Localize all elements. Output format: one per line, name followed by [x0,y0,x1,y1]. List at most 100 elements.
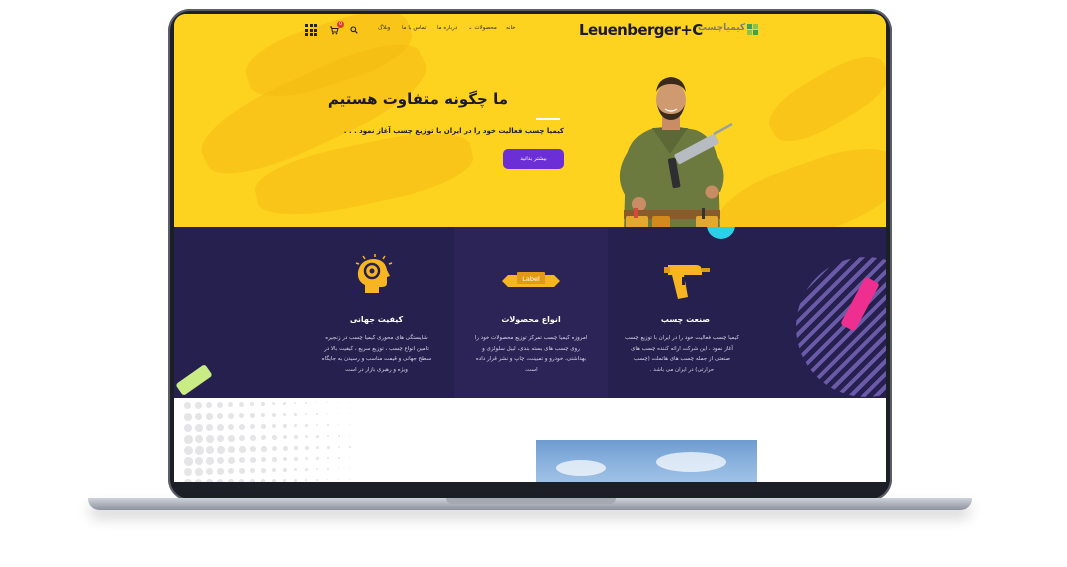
halftone-dot [184,402,192,410]
halftone-dot [272,413,276,417]
worker-with-glue-gun-image [619,77,733,227]
halftone-dot [327,457,330,460]
halftone-dot [217,468,224,475]
striped-decor-circle [796,257,886,397]
halftone-dot [250,468,256,474]
label-icon-text: Label [522,275,540,283]
nav-link-products-label: محصولات [474,25,497,31]
halftone-dot [316,402,318,404]
halftone-dot [316,435,319,438]
halftone-dot [294,468,298,472]
halftone-dot [261,457,267,463]
nav-link-home[interactable]: خانه [506,25,516,31]
nav-link-products[interactable]: ⌄ محصولات [468,25,497,31]
halftone-dot [305,457,309,461]
halftone-dot [261,479,266,482]
text-line: کیمیا چسب فعالیت خود را در ایران با توزی… [625,335,739,341]
halftone-dot [349,457,351,459]
feature-quality-title: کیفیت جهانی [349,315,404,324]
text-line: است. [524,366,538,373]
halftone-dot [338,468,340,470]
halftone-dot [184,468,193,477]
learn-more-button[interactable]: بیشتر بدانید [503,149,564,169]
halftone-dot [349,402,350,403]
halftone-dot [294,457,298,461]
halftone-dot [261,435,267,441]
halftone-dot [217,479,224,482]
chevron-down-icon: ⌄ [468,25,473,31]
halftone-dot [272,479,276,482]
feature-glue-industry-text: کیمیا چسب فعالیت خود را در ایران با توزی… [612,333,752,375]
halftone-dot [327,435,330,438]
cart-count-badge: 0 [337,21,344,28]
halftone-dot [250,413,255,418]
halftone-dot [250,479,255,482]
halftone-dot [272,435,277,440]
text-line: بهداشتی، خودرو و تمبینت، چاپ و نشر قرار … [475,356,587,362]
halftone-dot [327,468,329,470]
halftone-dot [250,435,256,441]
halftone-dot [228,479,234,482]
halftone-dot [206,468,214,476]
halftone-dot [239,479,245,482]
halftone-dot [228,468,235,475]
halftone-dot [239,435,246,442]
gear-head-icon [355,254,393,293]
feature-quality: کیفیت جهانی شایستگی های محوری کیمیا چسب … [299,227,454,398]
halftone-dot [195,479,203,482]
halftone-dot [294,402,297,405]
halftone-dot [250,457,256,463]
halftone-dot [195,424,203,432]
halftone-dot [206,457,214,465]
halftone-dot [195,446,204,455]
halftone-dot [294,446,298,450]
halftone-dot [239,446,246,453]
halftone-dot [327,446,330,449]
halftone-dot [228,435,235,442]
halftone-dot [349,479,350,480]
nav-link-about[interactable]: درباره ما [437,25,457,31]
brand-logo[interactable]: Leuenberger+C [579,21,703,39]
halftone-dot [217,435,225,443]
halftone-dot [305,468,308,471]
nav-link-blog[interactable]: وبلاگ [378,25,390,31]
halftone-dot [294,479,297,482]
text-line: روی چسب های بسته بندی، لیبل سلولزی و [482,345,580,352]
halftone-dot [338,402,339,403]
lower-section [174,398,886,482]
cart-icon[interactable]: 0 [327,21,344,37]
nav-link-contact[interactable]: تماس با ما [402,25,426,31]
brand-mark-icon [747,24,758,35]
halftone-dot [195,457,204,466]
halftone-dot [283,413,287,417]
halftone-dot [195,413,203,421]
halftone-dot [239,457,246,464]
halftone-dot [316,446,319,449]
halftone-dot [316,457,319,460]
feature-products: Label انواع محصولات امروزه کیمیا چسب تمر… [454,227,608,398]
halftone-dot [272,424,277,429]
label-icon: Label [502,272,560,287]
halftone-dot [305,424,308,427]
search-icon[interactable] [347,23,361,37]
halftone-dot [349,435,351,437]
halftone-dot [250,402,255,407]
halftone-dot [305,479,308,482]
halftone-dot [272,402,276,406]
halftone-dot [195,402,202,409]
grid-menu-icon[interactable] [304,23,318,37]
halftone-dot [239,424,245,430]
halftone-dot [217,457,225,465]
hero-section: 0 وبلاگ تماس با ما درباره ما ⌄ محصولات خ… [174,14,886,227]
feature-glue-industry-title: صنعت چسب [660,315,711,324]
text-line: امروزه کیمیا چسب تمرکز توزیع محصولات خود… [474,335,588,341]
halftone-dot [316,468,319,471]
halftone-dot [184,479,192,482]
halftone-dot [338,413,339,414]
halftone-dot [195,435,204,444]
halftone-dot [283,446,288,451]
halftone-dot [206,413,213,420]
halftone-dot [272,446,277,451]
halftone-dot [206,424,214,432]
halftone-dot [184,457,193,466]
